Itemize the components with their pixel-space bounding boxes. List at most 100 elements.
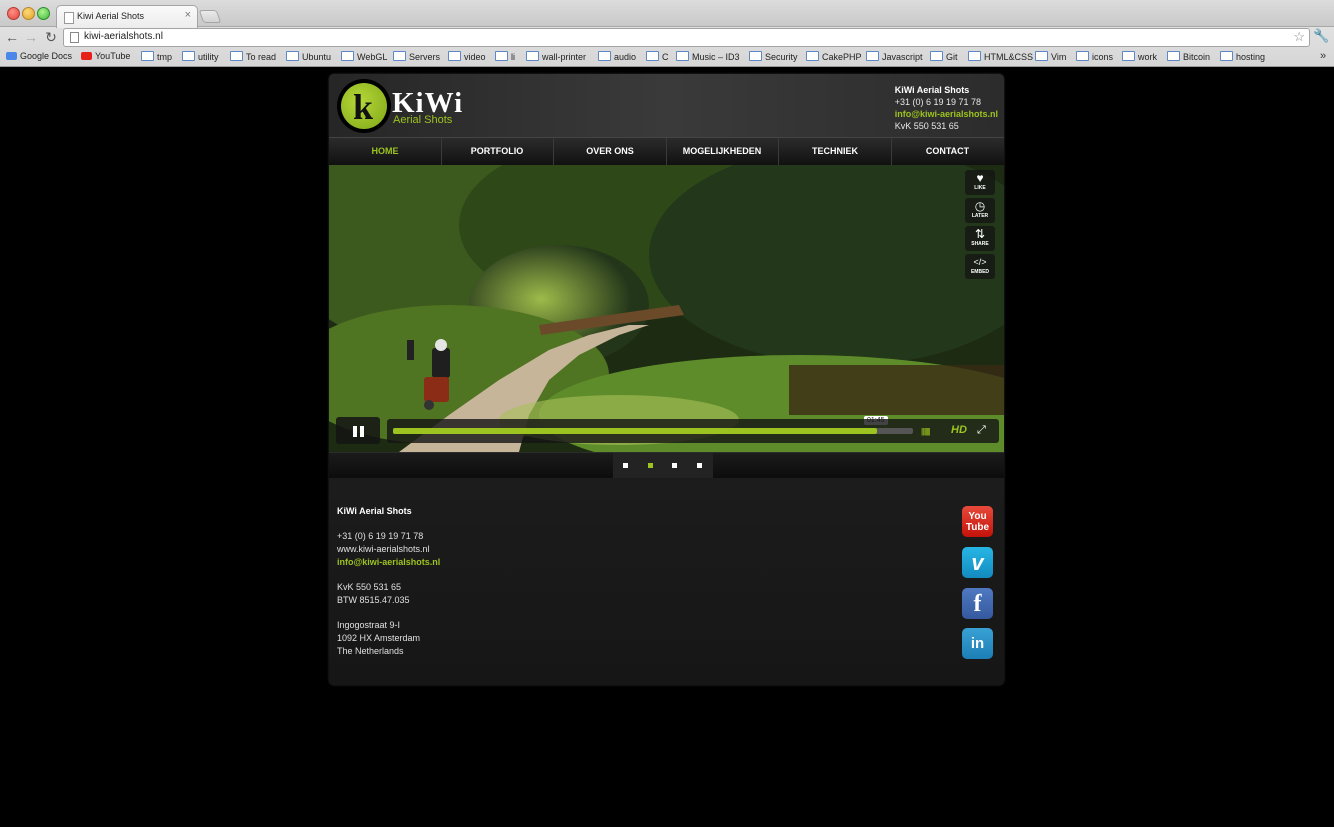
- bookmark-li[interactable]: li: [495, 51, 515, 62]
- footer-kvk: KvK 550 531 65: [337, 582, 402, 593]
- bookmark-webgl[interactable]: WebGL: [341, 51, 387, 62]
- page-icon: [64, 12, 74, 24]
- bookmark-ubuntu[interactable]: Ubuntu: [286, 51, 331, 62]
- video-controls: |||||||| HD ⤢: [387, 419, 999, 443]
- footer-contact: KiWi Aerial Shots +31 (0) 6 19 19 71 78 …: [337, 505, 440, 657]
- logo-wordmark: KiWi: [392, 87, 464, 119]
- minimize-window-button[interactable]: [22, 7, 35, 20]
- site-header: k KiWi Aerial Shots KiWi Aerial Shots +3…: [329, 74, 1004, 137]
- bookmarks-overflow-icon[interactable]: »: [1320, 50, 1326, 62]
- bookmark-cakephp[interactable]: CakePHP: [806, 51, 862, 62]
- new-tab-button[interactable]: [198, 10, 222, 23]
- close-window-button[interactable]: [7, 7, 20, 20]
- pause-icon: [353, 426, 357, 437]
- hd-toggle[interactable]: HD: [951, 424, 967, 436]
- volume-icon[interactable]: ||||||||: [921, 427, 931, 436]
- folder-icon: [1035, 51, 1048, 61]
- bookmark-video[interactable]: video: [448, 51, 486, 62]
- bookmark-vim[interactable]: Vim: [1035, 51, 1066, 62]
- site-footer: KiWi Aerial Shots +31 (0) 6 19 19 71 78 …: [329, 478, 1004, 685]
- bookmark-icons[interactable]: icons: [1076, 51, 1113, 62]
- folder-icon: [141, 51, 154, 61]
- progress-fill: [393, 428, 877, 434]
- linkedin-icon[interactable]: in: [962, 628, 993, 659]
- bookmark-label: HTML&CSS: [984, 52, 1034, 62]
- footer-btw: BTW 8515.47.035: [337, 594, 410, 605]
- bookmark-work[interactable]: work: [1122, 51, 1157, 62]
- like-button[interactable]: ♥ LIKE: [965, 170, 995, 195]
- bookmark-label: hosting: [1236, 52, 1266, 62]
- bookmark-star-icon[interactable]: ☆: [1293, 29, 1305, 45]
- pause-icon: [360, 426, 364, 437]
- later-label: LATER: [971, 213, 989, 219]
- footer-website: www.kiwi-aerialshots.nl: [337, 544, 430, 555]
- bookmark-html-css[interactable]: HTML&CSS: [968, 51, 1033, 62]
- slider-dot-active[interactable]: [648, 463, 653, 468]
- kiwi-logo[interactable]: k: [337, 79, 391, 133]
- slider-dots: [613, 453, 713, 479]
- address-url[interactable]: kiwi-aerialshots.nl: [84, 31, 163, 42]
- fullscreen-icon[interactable]: ⤢: [977, 424, 986, 437]
- bookmark-wall-printer[interactable]: wall-printer: [526, 51, 586, 62]
- facebook-icon[interactable]: f: [962, 588, 993, 619]
- folder-icon: [676, 51, 689, 61]
- folder-icon: [182, 51, 195, 61]
- embed-button[interactable]: </> EMBED: [965, 254, 995, 279]
- menu-item-techniek[interactable]: TECHNIEK: [779, 138, 892, 165]
- bookmark-music-id3[interactable]: Music – ID3: [676, 51, 740, 62]
- footer-phone: +31 (0) 6 19 19 71 78: [337, 531, 424, 542]
- bookmark-youtube[interactable]: YouTube: [81, 51, 130, 61]
- bookmark-servers[interactable]: Servers: [393, 51, 440, 62]
- progress-bar[interactable]: [393, 428, 913, 434]
- address-bar[interactable]: kiwi-aerialshots.nl ☆: [63, 28, 1310, 47]
- bookmark-google-docs[interactable]: Google Docs: [6, 51, 72, 61]
- slider-bar: [329, 452, 1004, 479]
- menu-item-over-ons[interactable]: OVER ONS: [554, 138, 667, 165]
- watch-later-button[interactable]: ◷ LATER: [965, 198, 995, 223]
- share-button[interactable]: ⇅ SHARE: [965, 226, 995, 251]
- bookmark-security[interactable]: Security: [749, 51, 798, 62]
- footer-country: The Netherlands: [337, 645, 404, 656]
- bookmark-git[interactable]: Git: [930, 51, 958, 62]
- menu-item-mogelijkheden[interactable]: MOGELIJKHEDEN: [666, 138, 779, 165]
- menu-item-portfolio[interactable]: PORTFOLIO: [441, 138, 554, 165]
- youtube-icon[interactable]: You Tube: [962, 506, 993, 537]
- zoom-window-button[interactable]: [37, 7, 50, 20]
- folder-icon: [806, 51, 819, 61]
- bookmark-audio[interactable]: audio: [598, 51, 636, 62]
- folder-icon: [646, 51, 659, 61]
- header-email-link[interactable]: info@kiwi-aerialshots.nl: [895, 108, 998, 120]
- bookmark-label: video: [464, 52, 486, 62]
- bookmark-c[interactable]: C: [646, 51, 669, 62]
- browser-tab[interactable]: Kiwi Aerial Shots ×: [56, 5, 198, 28]
- back-arrow-icon[interactable]: ←: [4, 28, 20, 46]
- pause-button[interactable]: [336, 417, 380, 444]
- close-tab-icon[interactable]: ×: [185, 9, 191, 21]
- logo-subtitle: Aerial Shots: [393, 114, 453, 126]
- slider-dot[interactable]: [697, 463, 702, 468]
- reload-icon[interactable]: ↻: [43, 28, 59, 46]
- bookmark-hosting[interactable]: hosting: [1220, 51, 1265, 62]
- folder-icon: [968, 51, 981, 61]
- bookmark-tmp[interactable]: tmp: [141, 51, 172, 62]
- slider-dot[interactable]: [672, 463, 677, 468]
- menu-item-contact[interactable]: CONTACT: [891, 138, 1004, 165]
- bookmark-javascript[interactable]: Javascript: [866, 51, 923, 62]
- footer-email-link[interactable]: info@kiwi-aerialshots.nl: [337, 556, 440, 569]
- header-contact: KiWi Aerial Shots +31 (0) 6 19 19 71 78 …: [895, 84, 998, 132]
- heart-icon: ♥: [976, 171, 984, 185]
- bookmark-to-read[interactable]: To read: [230, 51, 276, 62]
- forward-arrow-icon[interactable]: →: [23, 28, 39, 46]
- bookmark-bitcoin[interactable]: Bitcoin: [1167, 51, 1210, 62]
- wrench-icon[interactable]: 🔧: [1313, 28, 1329, 44]
- bookmark-label: To read: [246, 52, 277, 62]
- vimeo-icon[interactable]: v: [962, 547, 993, 578]
- folder-icon: [393, 51, 406, 61]
- youtube-you: You: [968, 511, 987, 522]
- bookmark-utility[interactable]: utility: [182, 51, 219, 62]
- slider-dot[interactable]: [623, 463, 628, 468]
- menu-item-home[interactable]: HOME: [329, 138, 442, 165]
- folder-icon: [1220, 51, 1233, 61]
- video-player[interactable]: ♥LIKE ◷LATER ⇅SHARE </>EMBED 01:45 |||||…: [329, 165, 1004, 452]
